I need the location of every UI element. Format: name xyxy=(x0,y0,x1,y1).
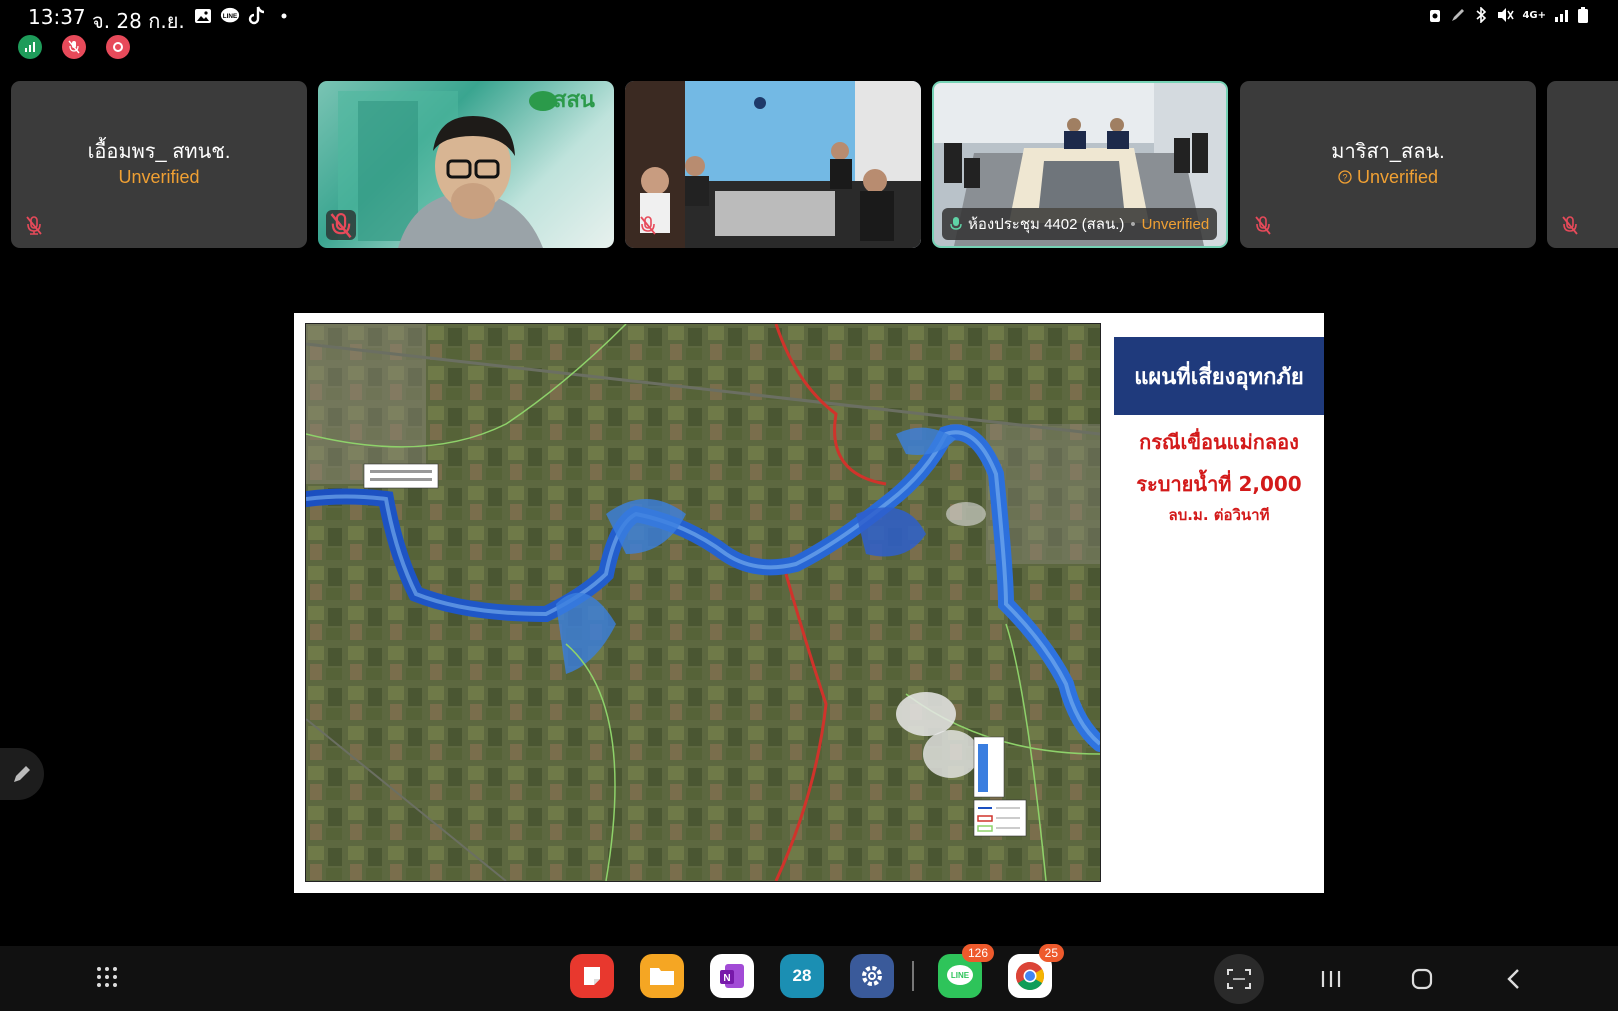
back-button[interactable] xyxy=(1489,954,1539,1004)
flood-map xyxy=(305,323,1101,882)
notification-icons: LINE xyxy=(193,6,294,26)
participant-status: Unverified xyxy=(118,167,200,187)
home-button[interactable] xyxy=(1397,954,1447,1004)
slide-title-box: แผนที่เสี่ยงอุทกภัย xyxy=(1114,337,1324,415)
notification-badge: 25 xyxy=(1038,944,1064,962)
dot-icon xyxy=(274,6,294,26)
annotate-button[interactable] xyxy=(0,748,44,800)
mic-off-icon xyxy=(330,213,352,239)
meeting-indicators xyxy=(18,35,130,59)
notification-badge: 126 xyxy=(961,944,994,962)
flood-map-image xyxy=(306,324,1100,881)
mic-off-icon xyxy=(1562,216,1578,235)
participant-tile[interactable]: เอื้อมพร_ สทนช. Unverified xyxy=(11,81,307,248)
date: จ. 28 ก.ย. xyxy=(92,9,185,33)
calendar-day: 28 xyxy=(792,966,812,985)
slide-title: แผนที่เสี่ยงอุทกภัย xyxy=(1134,364,1304,390)
battery-icon xyxy=(1578,7,1588,23)
line-icon: LINE xyxy=(220,6,240,26)
mic-off-badge xyxy=(326,210,356,240)
alarm-icon xyxy=(1430,10,1441,22)
mic-off-icon xyxy=(1255,216,1271,235)
calendar-app[interactable]: 28 xyxy=(780,954,824,998)
notes-icon xyxy=(584,967,600,985)
participant-name: เอื้อมพร_ สทนช. xyxy=(87,141,231,163)
slide-subtitle-3: ลบ.ม. ต่อวินาที xyxy=(1168,506,1270,524)
mic-on-icon xyxy=(950,217,962,230)
home-icon xyxy=(1411,968,1433,990)
line-chat-icon: LINE xyxy=(947,965,973,985)
recent-apps-button[interactable] xyxy=(1306,954,1356,1004)
screen-capture-button[interactable] xyxy=(1214,954,1264,1004)
mic-off-icon xyxy=(26,216,42,235)
stats-icon[interactable] xyxy=(18,35,42,59)
line-app[interactable]: LINE 126 xyxy=(938,944,994,998)
tiktok-icon xyxy=(247,6,267,26)
participant-tile[interactable]: มาริสา_สลน. ? Unverified xyxy=(1240,81,1536,248)
participant-video-tile[interactable]: สสน xyxy=(318,81,614,248)
system-icons: 4G+ xyxy=(1428,7,1588,23)
chrome-icon xyxy=(1016,962,1044,990)
taskbar: N 28 LINE 126 25 xyxy=(0,944,1618,1011)
bluetooth-icon xyxy=(1476,7,1487,23)
mic-off-icon xyxy=(640,216,656,235)
svg-text:?: ? xyxy=(1342,173,1347,183)
mute-icon xyxy=(1498,8,1515,22)
network-4g-icon: 4G+ xyxy=(1522,9,1546,21)
gear-icon xyxy=(862,966,882,986)
svg-text:สสน: สสน xyxy=(553,87,595,112)
folder-icon xyxy=(650,968,674,985)
recents-icon xyxy=(1321,971,1341,987)
participant-video xyxy=(625,81,921,248)
pencil-icon xyxy=(14,766,30,782)
svg-text:LINE: LINE xyxy=(223,13,238,20)
onenote-icon: N xyxy=(720,964,744,988)
chrome-app[interactable]: 25 xyxy=(1008,944,1064,998)
back-icon xyxy=(1507,969,1519,989)
shared-screen: แผนที่เสี่ยงอุทกภัย กรณีเขื่อนแม่กลอง ระ… xyxy=(294,313,1324,893)
svg-text:N: N xyxy=(723,973,730,984)
app-dock: N 28 LINE 126 25 xyxy=(570,944,1078,998)
samsung-notes-app[interactable] xyxy=(570,954,614,998)
participant-video-tile[interactable] xyxy=(625,81,921,248)
slide-subtitle-2: ระบายน้ำที่ 2,000 xyxy=(1136,472,1302,496)
apps-grid-icon xyxy=(97,967,117,987)
my-files-app[interactable] xyxy=(640,954,684,998)
participant-strip: เอื้อมพร_ สทนช. Unverified สสน ห้องประชุ… xyxy=(11,81,1618,248)
participant-tile-partial[interactable] xyxy=(1547,81,1618,248)
participant-video: สสน xyxy=(338,87,595,248)
settings-app[interactable] xyxy=(850,954,894,998)
participant-status: ? Unverified xyxy=(1240,167,1536,188)
participant-caption: ห้องประชุม 4402 (สลน.) • Unverified xyxy=(942,208,1218,240)
mic-muted-icon[interactable] xyxy=(62,35,86,59)
capture-icon xyxy=(1227,969,1251,989)
participant-name: ห้องประชุม 4402 (สลน.) xyxy=(968,216,1125,233)
participant-status: Unverified xyxy=(1141,215,1210,233)
dock-divider xyxy=(912,961,914,991)
question-icon: ? xyxy=(1338,170,1352,184)
app-drawer-button[interactable] xyxy=(96,966,118,992)
gallery-icon xyxy=(193,6,213,26)
slide-subtitle-1: กรณีเขื่อนแม่กลอง xyxy=(1139,430,1299,454)
svg-text:LINE: LINE xyxy=(951,971,970,980)
pen-icon xyxy=(1452,9,1465,21)
clock: 13:37 xyxy=(28,5,86,29)
participant-name: มาริสา_สลน. xyxy=(1331,141,1445,163)
status-bar: 13:37 จ. 28 ก.ย. LINE 4G+ xyxy=(0,0,1618,34)
record-icon[interactable] xyxy=(106,35,130,59)
onenote-app[interactable]: N xyxy=(710,954,754,998)
participant-video-tile[interactable]: ห้องประชุม 4402 (สลน.) • Unverified xyxy=(932,81,1228,248)
signal-icon xyxy=(1555,10,1568,22)
